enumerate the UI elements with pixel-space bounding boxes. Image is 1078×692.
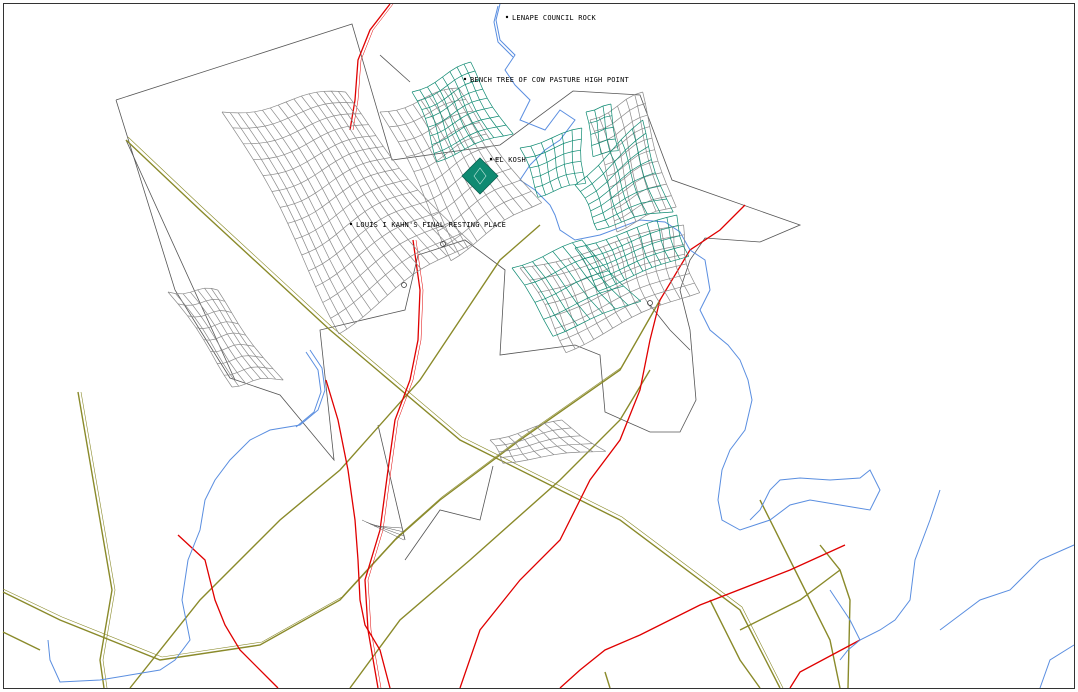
point-markers bbox=[401, 241, 653, 306]
roads-red-edge bbox=[352, 3, 424, 689]
terrain-mesh-gray bbox=[167, 87, 701, 464]
cad-drawing: LENAPE COUNCIL ROCK BENCH TREE OF COW PA… bbox=[0, 0, 1078, 692]
label-kahn-resting-place: LOUIS I KAHN'S FINAL RESTING PLACE bbox=[356, 221, 506, 229]
roads-olive-edge bbox=[2, 136, 784, 689]
bullet-marker-icon bbox=[505, 15, 509, 19]
site-plan-canvas: LENAPE COUNCIL ROCK BENCH TREE OF COW PA… bbox=[2, 3, 1075, 689]
fan-mesh bbox=[361, 519, 405, 541]
label-el-kosh: EL KOSH bbox=[495, 156, 526, 164]
roads-red bbox=[177, 3, 861, 689]
bullet-marker-icon bbox=[463, 77, 467, 81]
bullet-marker-icon bbox=[349, 222, 353, 226]
bullet-marker-icon bbox=[489, 157, 493, 161]
label-lenape-council-rock: LENAPE COUNCIL ROCK bbox=[512, 14, 596, 22]
drawing-frame bbox=[3, 3, 1075, 689]
label-bench-tree: BENCH TREE OF COW PASTURE HIGH POINT bbox=[470, 76, 630, 84]
rivers bbox=[47, 3, 1075, 689]
